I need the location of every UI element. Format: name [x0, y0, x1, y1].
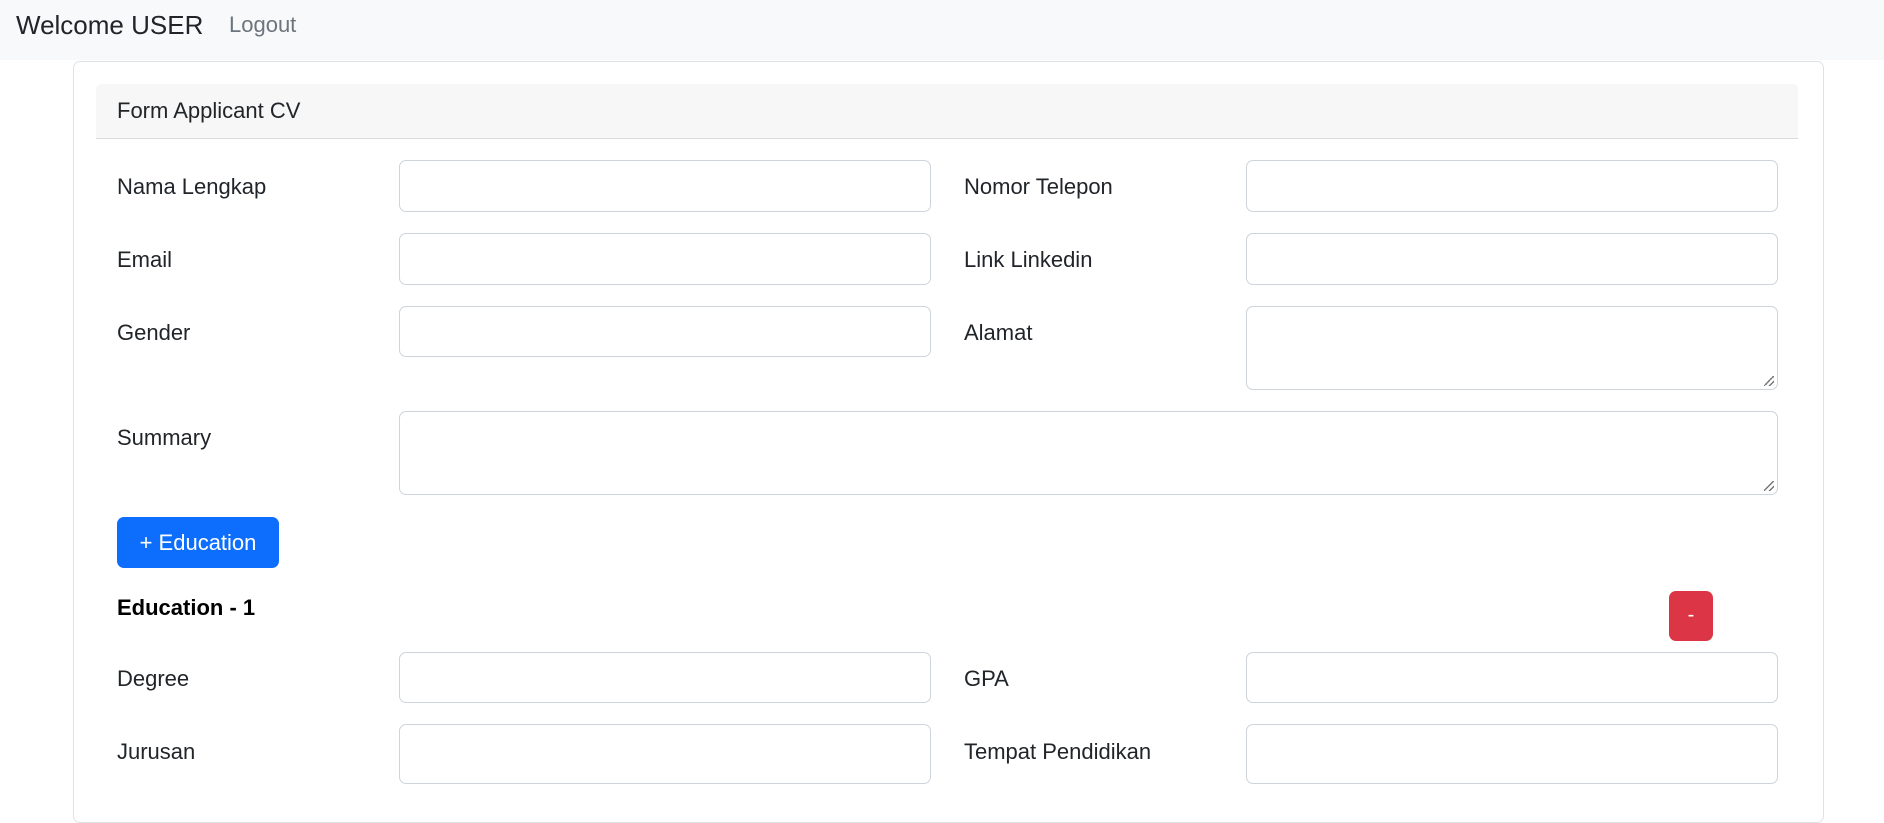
card-header: Form Applicant CV: [96, 84, 1798, 139]
link-linkedin-input[interactable]: [1246, 233, 1778, 285]
logout-link[interactable]: Logout: [229, 12, 296, 38]
tempat-pendidikan-label: Tempat Pendidikan: [964, 739, 1152, 764]
email-input[interactable]: [399, 233, 931, 285]
form-title: Form Applicant CV: [117, 98, 301, 123]
nama-lengkap-input[interactable]: [399, 160, 931, 212]
jurusan-input[interactable]: [399, 724, 931, 784]
email-label: Email: [117, 247, 173, 272]
degree-label: Degree: [117, 666, 190, 691]
jurusan-label: Jurusan: [117, 739, 196, 764]
alamat-textarea[interactable]: [1246, 306, 1778, 390]
remove-education-button[interactable]: -: [1669, 591, 1713, 641]
gender-input[interactable]: [399, 306, 931, 357]
navbar-brand[interactable]: Welcome USER: [16, 9, 203, 41]
summary-label: Summary: [117, 425, 212, 450]
navbar: Welcome USER Logout: [0, 0, 1884, 60]
gpa-input[interactable]: [1246, 652, 1778, 703]
summary-textarea[interactable]: [399, 411, 1778, 495]
gpa-label: GPA: [964, 666, 1009, 691]
education-section-title: Education - 1: [117, 595, 256, 620]
alamat-label: Alamat: [964, 320, 1033, 345]
gender-label: Gender: [117, 320, 191, 345]
link-linkedin-label: Link Linkedin: [964, 247, 1093, 272]
nomor-telepon-input[interactable]: [1246, 160, 1778, 212]
add-education-button[interactable]: + Education: [117, 517, 279, 568]
nomor-telepon-label: Nomor Telepon: [964, 174, 1113, 199]
degree-input[interactable]: [399, 652, 931, 703]
nama-lengkap-label: Nama Lengkap: [117, 174, 267, 199]
tempat-pendidikan-input[interactable]: [1246, 724, 1778, 784]
